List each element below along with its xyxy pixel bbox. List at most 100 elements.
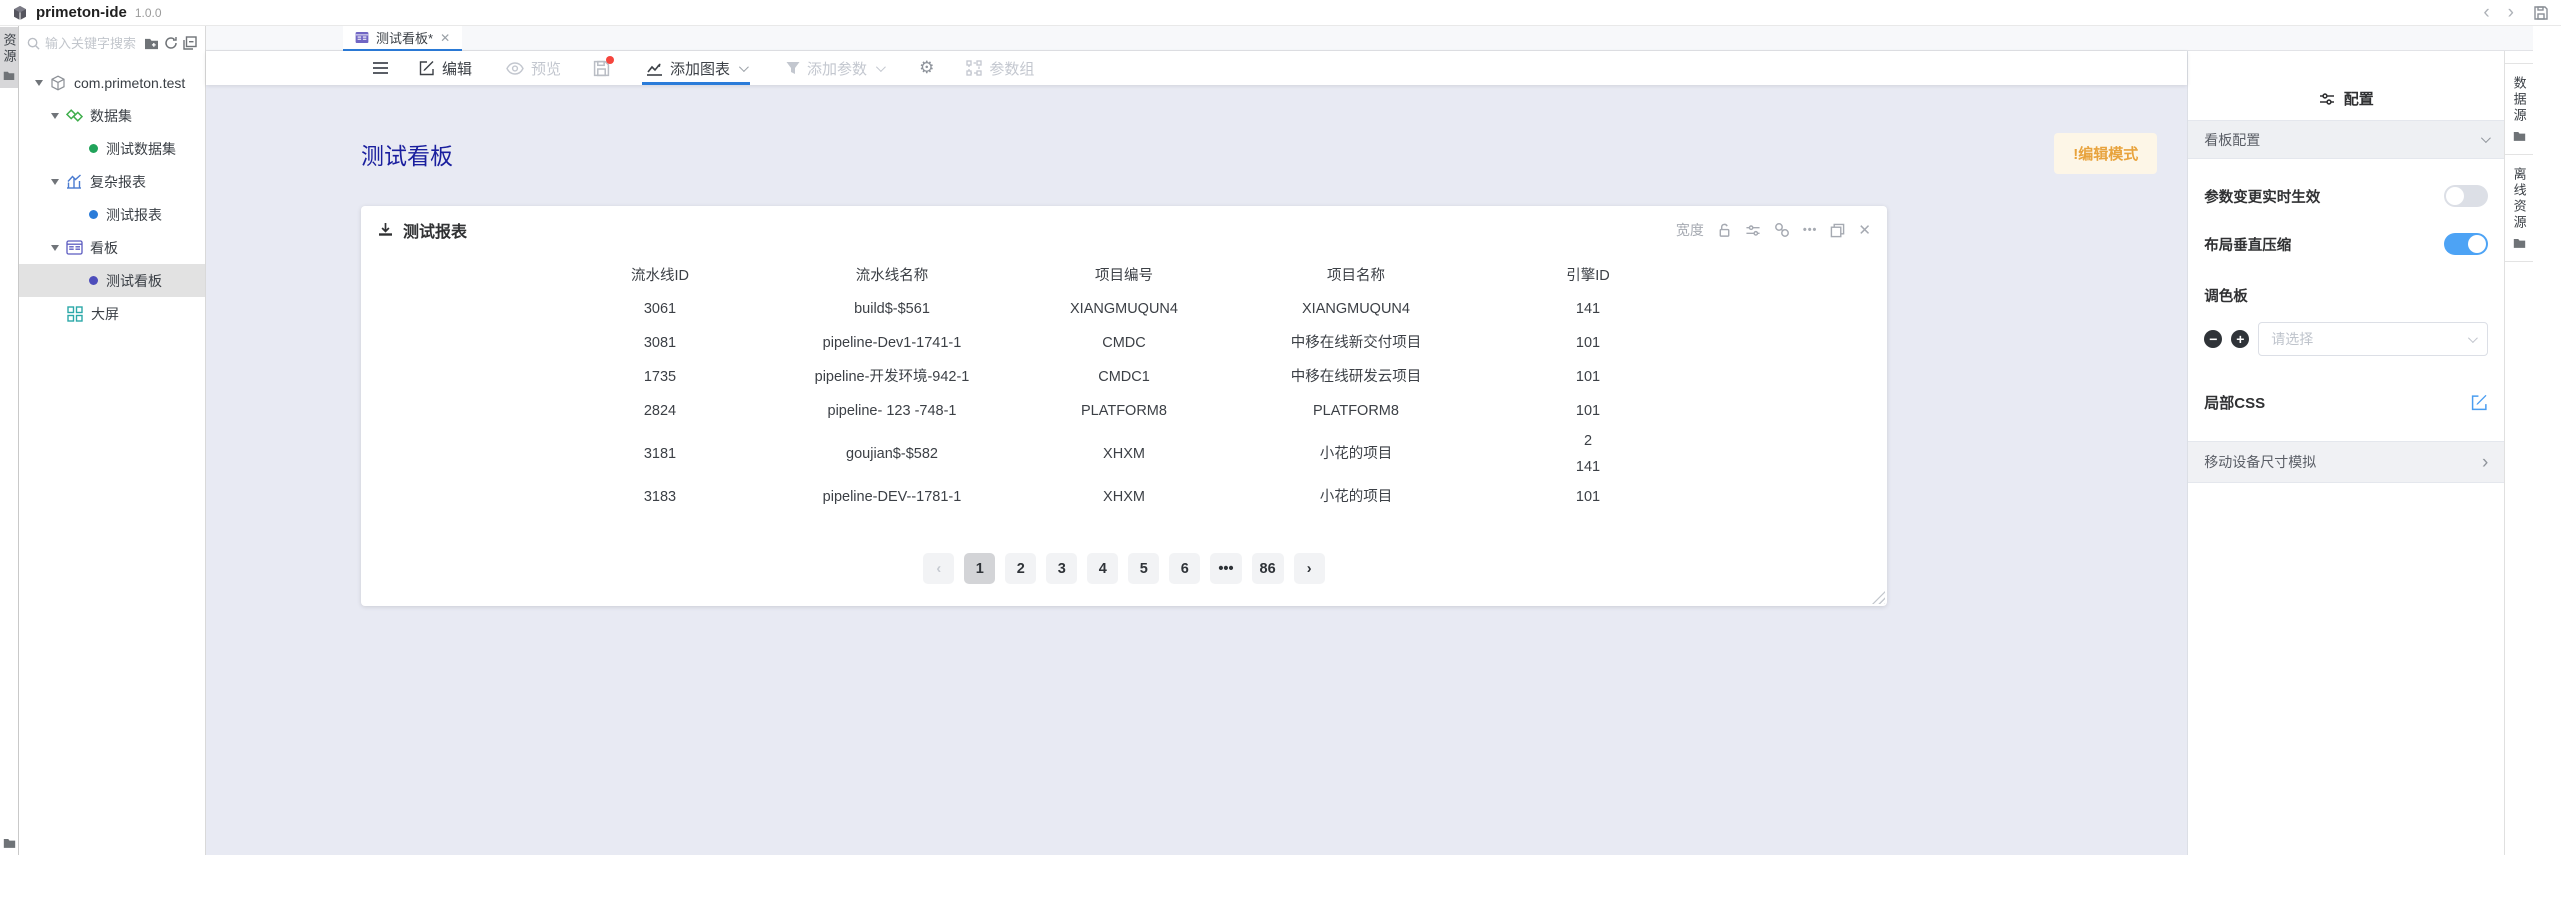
expander-arrow-icon[interactable] — [35, 80, 43, 86]
unlock-icon[interactable] — [1717, 223, 1732, 238]
table-cell: 小花的项目 — [1240, 428, 1472, 480]
edit-css-icon[interactable] — [2471, 394, 2488, 411]
column-header: 流水线ID — [544, 256, 776, 292]
new-folder-icon[interactable] — [144, 37, 159, 50]
tab-close-icon[interactable]: ✕ — [440, 31, 450, 45]
table-cell: pipeline- 123 -748-1 — [776, 394, 1008, 428]
table-cell: XIANGMUQUN4 — [1240, 292, 1472, 326]
preview-label: 预览 — [531, 58, 561, 79]
app-window: primeton-ide 1.0.0 ‹ › 资源 — [0, 0, 2561, 913]
expander-arrow-icon[interactable] — [51, 179, 59, 185]
expander-arrow-icon[interactable] — [51, 245, 59, 251]
vertical-compress-label: 布局垂直压缩 — [2204, 234, 2291, 255]
tab-test-dashboard[interactable]: 测试看板* ✕ — [343, 26, 462, 51]
copy-icon[interactable] — [1830, 223, 1845, 238]
page-button[interactable]: 5 — [1128, 553, 1159, 584]
table-cell: XHXM — [1008, 480, 1240, 514]
page-button[interactable]: 4 — [1087, 553, 1118, 584]
table-cell: 101 — [1472, 326, 1704, 360]
save-all-icon[interactable] — [2533, 5, 2549, 21]
column-header: 项目名称 — [1240, 256, 1472, 292]
table-cell: 101 — [1472, 480, 1704, 514]
page-button[interactable]: 86 — [1252, 553, 1284, 584]
nav-back-icon[interactable]: ‹ — [2478, 3, 2494, 22]
page-button[interactable]: 3 — [1046, 553, 1077, 584]
edit-button[interactable]: 编辑 — [419, 51, 472, 85]
search-input[interactable] — [45, 36, 139, 51]
preview-button[interactable]: 预览 — [506, 51, 561, 85]
dot-icon — [89, 144, 98, 153]
report-table: 流水线ID流水线名称项目编号项目名称引擎ID3061build$-$561XIA… — [544, 256, 1704, 514]
mobile-device-sim-row[interactable]: 移动设备尺寸模拟 › — [2188, 441, 2504, 483]
local-css-label: 局部CSS — [2204, 392, 2265, 413]
refresh-icon[interactable] — [164, 36, 178, 50]
save-button[interactable] — [593, 51, 610, 85]
add-palette-icon[interactable]: + — [2231, 330, 2249, 348]
tree-item[interactable]: 看板 — [19, 231, 205, 264]
tree-item[interactable]: 数据集 — [19, 99, 205, 132]
download-icon[interactable] — [377, 222, 394, 238]
widget-title: 测试报表 — [403, 218, 467, 242]
palette-select[interactable]: 请选择 — [2258, 322, 2488, 356]
table-cell: PLATFORM8 — [1240, 394, 1472, 428]
link-icon[interactable] — [1774, 222, 1790, 238]
close-widget-icon[interactable]: ✕ — [1858, 221, 1871, 239]
resources-strip-tab[interactable]: 资源 — [0, 27, 18, 88]
add-chart-button[interactable]: 添加图表 — [642, 51, 750, 85]
table-cell: 中移在线新交付项目 — [1240, 326, 1472, 360]
tree-item[interactable]: 大屏 — [19, 297, 205, 330]
dataset-icon — [66, 108, 84, 124]
tree-item[interactable]: 测试看板 — [19, 264, 205, 297]
chevron-down-icon — [739, 62, 749, 72]
pagination: ‹ 123456 ••• 86 › — [361, 553, 1887, 584]
table-cell: 101 — [1472, 394, 1704, 428]
param-group-button[interactable]: 参数组 — [966, 51, 1034, 85]
more-pages-button[interactable]: ••• — [1210, 553, 1241, 584]
folder-icon — [2513, 130, 2526, 142]
expander-arrow-icon[interactable] — [51, 113, 59, 119]
folder-icon[interactable] — [3, 837, 16, 849]
nav-forward-icon[interactable]: › — [2503, 3, 2519, 22]
resource-sidebar: com.primeton.test数据集测试数据集复杂报表测试报表看板测试看板大… — [19, 26, 206, 855]
realtime-param-toggle[interactable] — [2444, 185, 2488, 207]
table-cell: CMDC1 — [1008, 360, 1240, 394]
vertical-compress-toggle[interactable] — [2444, 233, 2488, 255]
palette-select-placeholder: 请选择 — [2271, 329, 2313, 349]
prev-page-button[interactable]: ‹ — [923, 553, 954, 584]
page-button[interactable]: 6 — [1169, 553, 1200, 584]
tree-item[interactable]: 测试数据集 — [19, 132, 205, 165]
app-name: primeton-ide — [36, 4, 127, 21]
table-cell: pipeline-开发环境-942-1 — [776, 360, 1008, 394]
collapse-all-icon[interactable] — [183, 36, 197, 50]
menu-icon[interactable] — [372, 51, 389, 85]
app-version: 1.0.0 — [135, 6, 162, 20]
package-icon — [50, 75, 68, 91]
settings-gear-icon[interactable]: ⚙ — [919, 51, 934, 85]
offline-resources-tab-label: 离线资源 — [2510, 167, 2529, 231]
more-options-icon[interactable]: ••• — [1803, 224, 1818, 236]
tree-item-label: 测试报表 — [106, 205, 162, 225]
datasource-strip-tab[interactable]: 数据源 — [2505, 63, 2533, 155]
add-param-button[interactable]: 添加参数 — [786, 51, 883, 85]
sidebar-header — [19, 26, 205, 60]
table-cell: XIANGMUQUN4 — [1008, 292, 1240, 326]
edit-label: 编辑 — [442, 58, 472, 79]
remove-palette-icon[interactable]: − — [2204, 330, 2222, 348]
resize-handle[interactable] — [1872, 591, 1885, 604]
config-sliders-icon — [2319, 92, 2335, 106]
board-config-section[interactable]: 看板配置 — [2188, 121, 2504, 159]
offline-resources-strip-tab[interactable]: 离线资源 — [2505, 155, 2533, 262]
page-button[interactable]: 2 — [1005, 553, 1036, 584]
tree-item[interactable]: 复杂报表 — [19, 165, 205, 198]
next-page-button[interactable]: › — [1294, 553, 1325, 584]
settings-sliders-icon[interactable] — [1745, 223, 1761, 238]
config-panel-title: 配置 — [2344, 88, 2374, 109]
table-row: 1735pipeline-开发环境-942-1CMDC1中移在线研发云项目101 — [544, 360, 1704, 394]
tree-item[interactable]: 测试报表 — [19, 198, 205, 231]
edit-mode-badge: !编辑模式 — [2054, 133, 2157, 174]
screen-icon — [67, 306, 85, 322]
dashboard-title: 测试看板 — [361, 137, 453, 171]
add-param-label: 添加参数 — [807, 58, 867, 79]
page-button[interactable]: 1 — [964, 553, 995, 584]
tree-item[interactable]: com.primeton.test — [19, 66, 205, 99]
